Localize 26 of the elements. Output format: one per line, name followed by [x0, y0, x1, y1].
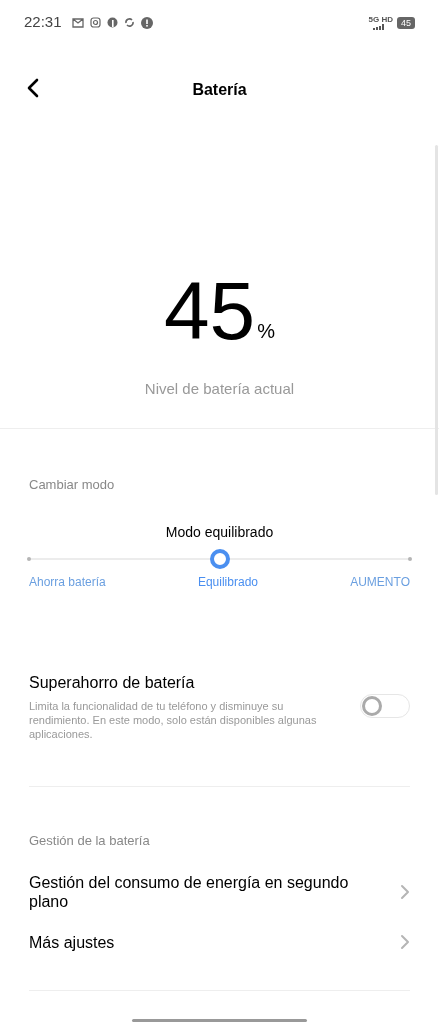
network-label: 5G HD — [368, 15, 393, 24]
setting-title: Superahorro de batería — [29, 673, 196, 693]
mode-slider[interactable] — [29, 549, 410, 569]
mode-option[interactable]: Ahorra batería — [29, 573, 106, 591]
battery-caption: Nivel de batería actual — [144, 379, 295, 399]
page-title: Batería — [192, 80, 247, 100]
battery-percentage: 45 — [164, 270, 256, 352]
toggle-switch[interactable] — [360, 694, 410, 718]
percent-sign: % — [257, 319, 275, 344]
camera-icon — [89, 17, 101, 28]
alert-icon — [140, 16, 153, 29]
chevron-right-icon — [400, 883, 410, 900]
mail-icon — [71, 17, 84, 28]
setting-description: Limita la funcionalidad de tu teléfono y disminuye su rendimiento. En este modo, solo están disponibles algunas aplicaciones. — [29, 699, 318, 741]
mode-option[interactable]: Equilibrado — [197, 573, 258, 591]
battery-indicator: 45 — [397, 16, 415, 29]
settings-row[interactable]: Gestión del consumo de energía en segundo plano — [29, 872, 410, 911]
back-button[interactable] — [26, 78, 40, 98]
mode-option[interactable]: AUMENTO — [350, 573, 410, 591]
section-label: Cambiar modo — [29, 475, 116, 494]
mode-title: Modo equilibrado — [164, 523, 275, 542]
chevron-right-icon — [400, 934, 410, 950]
section-label: Gestión de la batería — [29, 832, 151, 850]
back-icon — [26, 78, 40, 98]
settings-row[interactable]: Más ajustes — [29, 932, 410, 952]
status-time: 22:31 — [24, 12, 62, 33]
